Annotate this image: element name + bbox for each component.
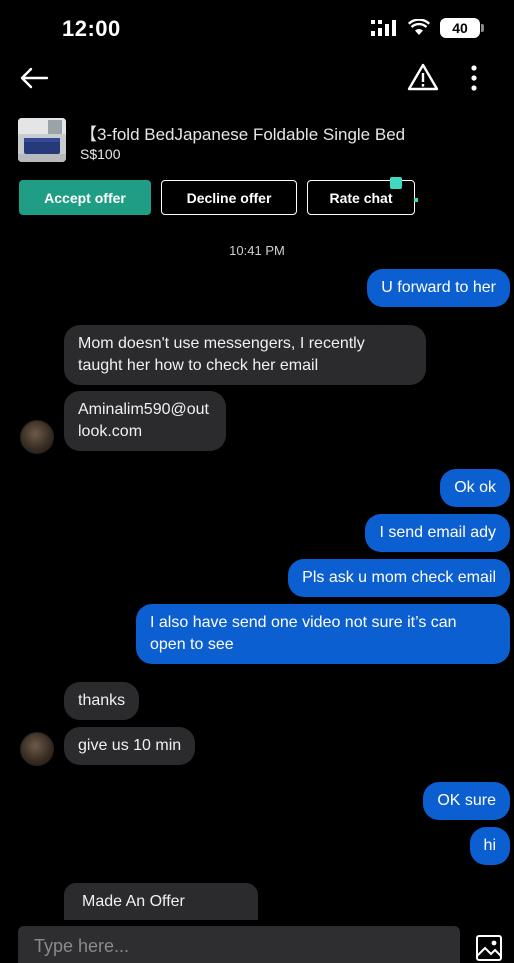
message-bubble-incoming[interactable]: Aminalim590@outlook.com: [64, 391, 226, 451]
message-bubble-outgoing[interactable]: hi: [469, 827, 510, 865]
more-vertical-icon: [471, 65, 477, 91]
listing-thumbnail: [18, 118, 66, 162]
attach-image-button[interactable]: [474, 934, 504, 962]
message-bubble-outgoing[interactable]: Ok ok: [440, 469, 510, 507]
warning-icon: [407, 63, 439, 91]
chat-header: [0, 58, 514, 98]
sparkle-icon: [414, 198, 418, 202]
sender-avatar[interactable]: [20, 420, 54, 454]
listing-price: S$100: [80, 146, 121, 162]
decline-offer-button[interactable]: Decline offer: [161, 180, 297, 215]
message-composer: Type here...: [0, 920, 514, 963]
message-bubble-outgoing[interactable]: I send email ady: [365, 514, 510, 552]
message-bubble-outgoing[interactable]: OK sure: [423, 782, 510, 820]
accept-offer-button[interactable]: Accept offer: [19, 180, 151, 215]
offer-card[interactable]: Made An Offer: [64, 883, 258, 921]
message-bubble-incoming[interactable]: thanks: [64, 682, 140, 720]
arrow-left-icon: [20, 67, 49, 89]
listing-summary[interactable]: 【3-fold BedJapanese Foldable Single Bed …: [18, 116, 498, 166]
status-icons: 40: [370, 18, 484, 38]
message-input[interactable]: Type here...: [18, 926, 460, 963]
image-icon: [476, 935, 502, 961]
message-bubble-outgoing[interactable]: Pls ask u mom check email: [288, 559, 510, 597]
rate-chat-label: Rate chat: [329, 189, 393, 206]
status-bar: 12:00 40: [0, 0, 514, 58]
sender-avatar[interactable]: [20, 732, 54, 766]
message-bubble-outgoing[interactable]: I also have send one video not sure it’s…: [136, 604, 510, 664]
listing-title: 【3-fold BedJapanese Foldable Single Bed: [80, 125, 406, 144]
battery-indicator: 40: [440, 18, 484, 38]
rate-chat-button[interactable]: Rate chat: [307, 177, 415, 215]
back-button[interactable]: [16, 62, 52, 94]
status-time: 12:00: [62, 16, 121, 41]
new-badge-icon: [390, 177, 402, 189]
signal-icon: [371, 20, 396, 36]
more-options-button[interactable]: [460, 62, 488, 94]
message-bubble-outgoing[interactable]: U forward to her: [367, 269, 510, 307]
message-bubble-incoming[interactable]: Mom doesn't use messengers, I recently t…: [64, 325, 426, 385]
wifi-icon: [408, 19, 430, 35]
report-button[interactable]: [406, 60, 442, 96]
message-bubble-incoming[interactable]: give us 10 min: [64, 727, 196, 765]
message-timestamp: 10:41 PM: [229, 243, 285, 258]
